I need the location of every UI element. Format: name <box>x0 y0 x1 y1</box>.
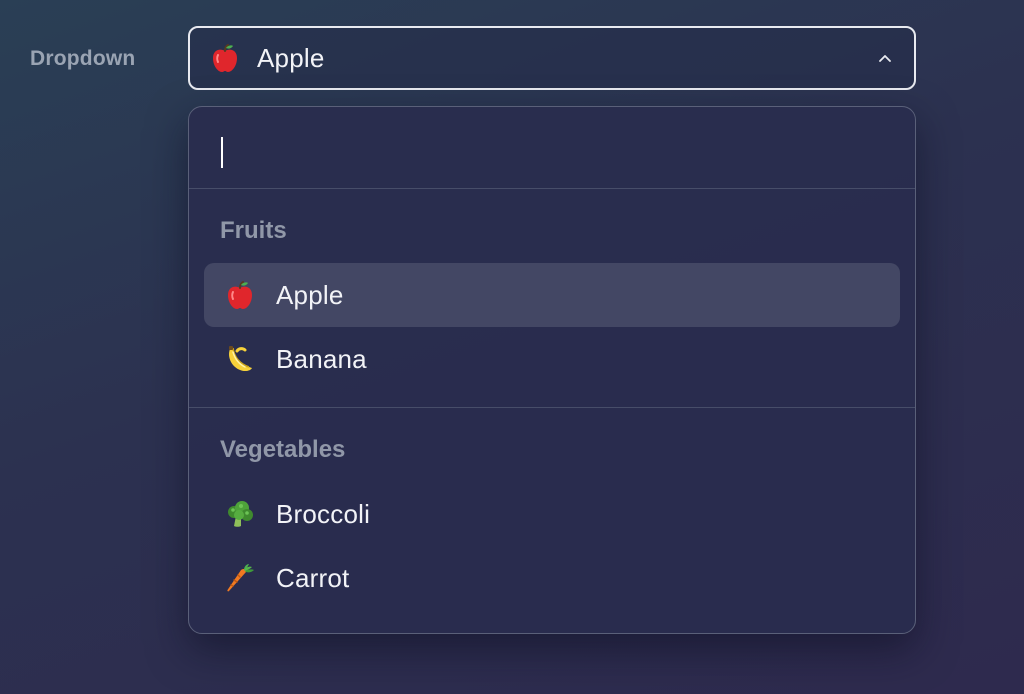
group-label: Fruits <box>220 217 287 244</box>
option-carrot[interactable]: Carrot <box>204 546 900 610</box>
option-apple[interactable]: Apple <box>204 263 900 327</box>
option-label: Apple <box>276 279 344 310</box>
option-group-fruits: Fruits Apple Banana <box>189 189 915 407</box>
option-banana[interactable]: Banana <box>204 327 900 391</box>
option-group-vegetables: Vegetables Broccoli Carrot <box>189 408 915 626</box>
apple-icon <box>222 277 258 313</box>
text-caret <box>221 137 223 168</box>
carrot-icon <box>222 560 258 596</box>
option-label: Carrot <box>276 562 350 593</box>
banana-icon <box>222 341 258 377</box>
dropdown-trigger[interactable]: Apple <box>188 26 916 90</box>
option-label: Broccoli <box>276 498 371 529</box>
option-broccoli[interactable]: Broccoli <box>204 482 900 546</box>
search-input[interactable] <box>189 107 915 188</box>
group-label: Vegetables <box>220 436 346 463</box>
dropdown-selected-value: Apple <box>257 42 325 73</box>
option-label: Banana <box>276 343 367 374</box>
apple-icon <box>209 42 241 74</box>
dropdown-menu: Fruits Apple Banana Vegetables Broccoli … <box>188 106 916 634</box>
dropdown-label: Dropdown <box>30 47 136 70</box>
dropdown-search[interactable] <box>189 107 915 189</box>
broccoli-icon <box>222 496 258 532</box>
chevron-up-icon <box>878 51 892 65</box>
